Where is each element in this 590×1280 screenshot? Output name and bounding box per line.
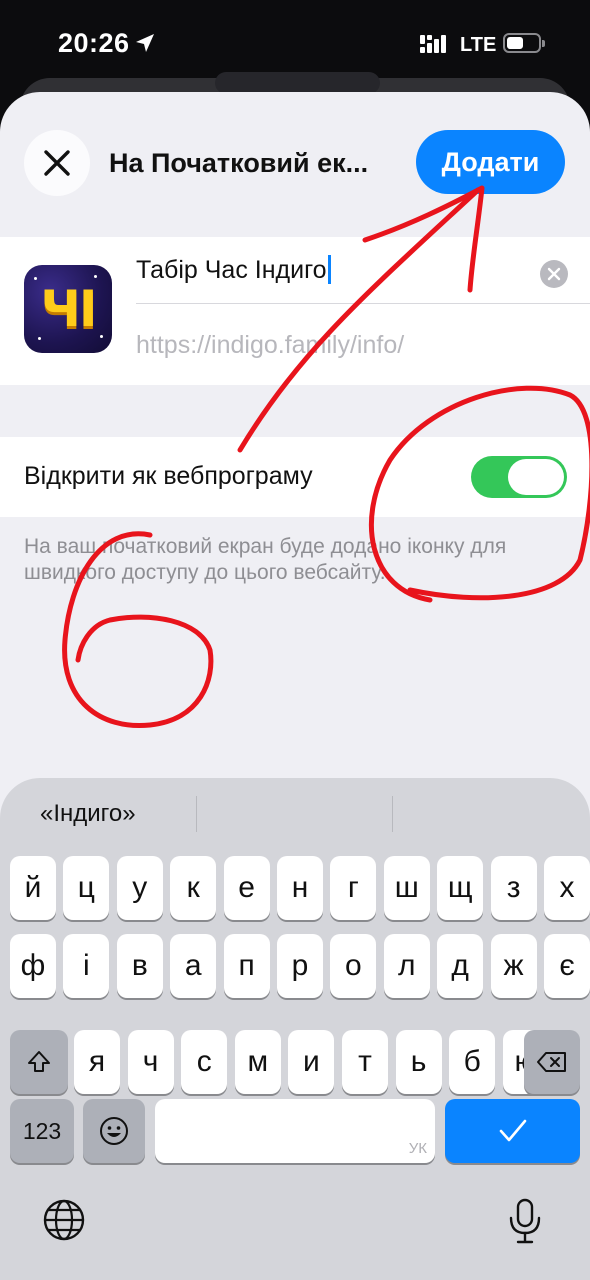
key-я[interactable]: я: [74, 1030, 120, 1094]
dictation-button[interactable]: [508, 1198, 542, 1249]
add-button[interactable]: Додати: [416, 130, 565, 194]
signal-bars-icon: [420, 35, 446, 53]
key-л[interactable]: л: [383, 934, 430, 998]
keyboard: «Індиго» йцукенгшщзх фівапролджє ячсмить…: [0, 778, 590, 1280]
key-к[interactable]: к: [170, 856, 217, 920]
key-е[interactable]: е: [223, 856, 270, 920]
bookmark-name-field[interactable]: Табір Час Індиго: [136, 255, 536, 295]
backspace-icon: [537, 1052, 566, 1072]
key-в[interactable]: в: [116, 934, 163, 998]
dynamic-island: [215, 72, 380, 94]
key-й[interactable]: й: [10, 856, 56, 920]
key-ч[interactable]: ч: [127, 1030, 174, 1094]
globe-button[interactable]: [42, 1198, 86, 1247]
close-button[interactable]: [24, 130, 90, 196]
key-ц[interactable]: ц: [63, 856, 110, 920]
key-и[interactable]: и: [288, 1030, 335, 1094]
battery-icon: [503, 33, 545, 53]
key-ж[interactable]: ж: [490, 934, 537, 998]
key-ф[interactable]: ф: [10, 934, 56, 998]
microphone-icon: [509, 1198, 541, 1244]
key-ь[interactable]: ь: [395, 1030, 442, 1094]
emoji-key[interactable]: [83, 1099, 145, 1163]
numbers-key[interactable]: 123: [10, 1099, 74, 1163]
language-hint: УК: [408, 1140, 427, 1157]
suggestion-1[interactable]: «Індиго»: [40, 800, 136, 828]
location-arrow-icon: [136, 34, 154, 52]
backspace-key[interactable]: [524, 1030, 580, 1094]
card-divider: [136, 303, 590, 304]
key-б[interactable]: б: [449, 1030, 496, 1094]
bookmark-card: ЧІ Табір Час Індиго https://indigo.famil…: [0, 237, 590, 385]
status-time: 20:26: [58, 28, 130, 58]
clear-icon: [547, 267, 561, 281]
key-р[interactable]: р: [277, 934, 323, 998]
app-icon: ЧІ: [24, 265, 112, 353]
shift-key[interactable]: [10, 1030, 68, 1094]
app-icon-logo: ЧІ: [40, 280, 97, 338]
close-icon: [44, 150, 70, 176]
web-app-toggle[interactable]: [471, 456, 567, 498]
key-с[interactable]: с: [181, 1030, 228, 1094]
key-д[interactable]: д: [437, 934, 484, 998]
shift-icon: [28, 1051, 50, 1072]
text-caret: [327, 255, 331, 284]
key-ш[interactable]: ш: [383, 856, 430, 920]
globe-icon: [43, 1199, 85, 1241]
bookmark-name-value: Табір Час Індиго: [136, 256, 327, 284]
web-app-caption: На ваш початковий екран буде додано ікон…: [24, 535, 507, 584]
web-app-label: Відкрити як вебпрограму: [24, 462, 313, 490]
key-г[interactable]: г: [330, 856, 377, 920]
emoji-icon: [100, 1117, 128, 1145]
key-т[interactable]: т: [342, 1030, 388, 1094]
bookmark-url: https://indigo.family/info/: [136, 331, 405, 359]
web-app-row: Відкрити як вебпрограму: [0, 437, 590, 517]
network-type: LTE: [460, 34, 497, 56]
clear-text-button[interactable]: [540, 260, 568, 288]
key-н[interactable]: н: [277, 856, 323, 920]
key-м[interactable]: м: [234, 1030, 281, 1094]
key-щ[interactable]: щ: [437, 856, 484, 920]
suggestion-separator: [392, 796, 393, 832]
checkmark-icon: [499, 1119, 526, 1142]
key-у[interactable]: у: [116, 856, 163, 920]
key-о[interactable]: о: [330, 934, 377, 998]
suggestion-separator: [196, 796, 197, 832]
sheet-title: На Початковий ек...: [109, 148, 369, 178]
key-п[interactable]: п: [223, 934, 270, 998]
key-і[interactable]: і: [63, 934, 110, 998]
key-з[interactable]: з: [490, 856, 537, 920]
key-а[interactable]: а: [170, 934, 217, 998]
done-key[interactable]: [445, 1099, 580, 1163]
key-є[interactable]: є: [544, 934, 590, 998]
space-key[interactable]: УК: [155, 1099, 435, 1163]
toggle-knob: [508, 459, 564, 495]
key-х[interactable]: х: [544, 856, 590, 920]
